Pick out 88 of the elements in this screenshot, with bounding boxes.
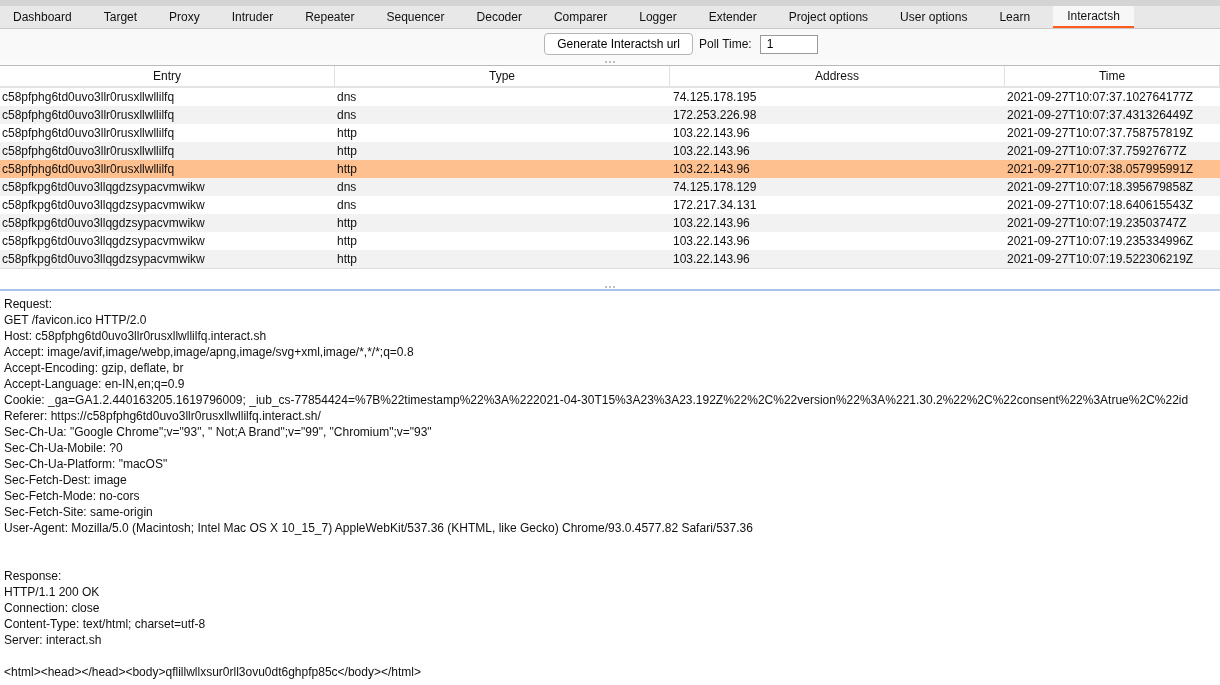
tab[interactable]: Dashboard <box>2 6 81 28</box>
request-line: User-Agent: Mozilla/5.0 (Macintosh; Intel Mac OS X 10_15_7) AppleWebKit/537.36 (KHTML, like Gecko) Chrome/93.0.4577.82 Safari/537.36 <box>4 520 754 536</box>
table-cell-text: c58pfkpg6td0uvo3llqgdzsypacvmwikw <box>1 198 206 212</box>
table-cell-text: 2021-09-27T10:07:38.057995991Z <box>1006 162 1195 176</box>
table-cell-text: c58pfphg6td0uvo3llr0rusxllwllilfq <box>1 162 176 176</box>
table-cell-text: http <box>336 234 358 248</box>
request-line: GET /favicon.ico HTTP/2.0 <box>4 312 148 328</box>
table-row[interactable]: c58pfphg6td0uvo3llr0rusxllwllilfq http 103.22.143.96 2021-09-27T10:07:38.057995991Z <box>0 160 1220 178</box>
request-line: Sec-Ch-Ua: "Google Chrome";v="93", " Not;A Brand";v="99", "Chromium";v="93" <box>4 424 433 440</box>
column-header[interactable]: Address <box>670 66 1005 86</box>
tab[interactable]: Extender <box>699 6 766 28</box>
table-cell-text: 103.22.143.96 <box>672 216 751 230</box>
tab[interactable]: Logger <box>630 6 686 28</box>
request-line: Accept: image/avif,image/webp,image/apng,image/svg+xml,image/*,*/*;q=0.8 <box>4 344 415 360</box>
tab[interactable]: Interactsh <box>1053 6 1134 28</box>
tab[interactable]: Intruder <box>222 6 283 28</box>
table-cell-text: 103.22.143.96 <box>672 144 751 158</box>
table-row[interactable]: c58pfkpg6td0uvo3llqgdzsypacvmwikw http 103.22.143.96 2021-09-27T10:07:19.23503747Z <box>0 214 1220 232</box>
table-cell-text: 2021-09-27T10:07:19.23503747Z <box>1006 216 1188 230</box>
request-line: Sec-Fetch-Mode: no-cors <box>4 488 141 504</box>
tab[interactable]: Project options <box>779 6 878 28</box>
response-line: Connection: close <box>4 600 101 616</box>
table-cell-text: 2021-09-27T10:07:37.758757819Z <box>1006 126 1195 140</box>
table-row[interactable]: c58pfkpg6td0uvo3llqgdzsypacvmwikw dns 74.125.178.129 2021-09-27T10:07:18.395679858Z <box>0 178 1220 196</box>
request-line: Sec-Fetch-Dest: image <box>4 472 128 488</box>
table-cell-text: dns <box>336 180 358 194</box>
table-cell-text: dns <box>336 198 358 212</box>
generate-url-button[interactable]: Generate Interactsh url <box>544 33 693 55</box>
tab[interactable]: Sequencer <box>377 6 454 28</box>
table-cell-text: c58pfphg6td0uvo3llr0rusxllwllilfq <box>1 144 176 158</box>
table-cell-text: 74.125.178.195 <box>672 90 758 104</box>
response-line: HTTP/1.1 200 OK <box>4 584 101 600</box>
table-cell-text: 2021-09-27T10:07:18.640615543Z <box>1006 198 1195 212</box>
table-cell-text: 2021-09-27T10:07:37.75927677Z <box>1006 144 1188 158</box>
tab[interactable]: Learn <box>990 6 1040 28</box>
tab[interactable]: Target <box>94 6 147 28</box>
table-cell-text: 103.22.143.96 <box>672 234 751 248</box>
poll-time-field[interactable]: 1 <box>759 34 818 54</box>
table-cell-text: 103.22.143.96 <box>672 162 751 176</box>
table-cell-text: http <box>336 162 358 176</box>
request-line: Cookie: _ga=GA1.2.440163205.1619796009; _iub_cs-77854424=%7B%22timestamp%22%3A%222021-04-30T15%3A23%3A23.192Z%22%2C%22version%22%3A%221.30.2%22%2C%22consent%22%3Atrue%2C%22id <box>4 392 1190 408</box>
table-cell-text: c58pfphg6td0uvo3llr0rusxllwllilfq <box>1 90 176 104</box>
tab[interactable]: Proxy <box>160 6 209 28</box>
table-cell-text: 74.125.178.129 <box>672 180 758 194</box>
tab[interactable]: Decoder <box>467 6 531 28</box>
table-cell-text: c58pfkpg6td0uvo3llqgdzsypacvmwikw <box>1 234 206 248</box>
table-cell-text: 172.217.34.131 <box>672 198 758 212</box>
table-cell-text: c58pfkpg6td0uvo3llqgdzsypacvmwikw <box>1 180 206 194</box>
table-cell-text: 103.22.143.96 <box>672 252 751 266</box>
table-cell-text: c58pfphg6td0uvo3llr0rusxllwllilfq <box>1 126 176 140</box>
table-row[interactable]: c58pfphg6td0uvo3llr0rusxllwllilfq dns 172.253.226.98 2021-09-27T10:07:37.431326449Z <box>0 106 1220 124</box>
table-row[interactable]: c58pfkpg6td0uvo3llqgdzsypacvmwikw http 103.22.143.96 2021-09-27T10:07:19.522306219Z <box>0 250 1220 268</box>
table-cell-text: 2021-09-27T10:07:18.395679858Z <box>1006 180 1195 194</box>
table-row[interactable]: c58pfphg6td0uvo3llr0rusxllwllilfq http 103.22.143.96 2021-09-27T10:07:37.75927677Z <box>0 142 1220 160</box>
table-cell-text: http <box>336 216 358 230</box>
tab[interactable]: User options <box>891 6 977 28</box>
request-line: Sec-Ch-Ua-Platform: "macOS" <box>4 456 169 472</box>
request-line: Host: c58pfphg6td0uvo3llr0rusxllwllilfq.interact.sh <box>4 328 268 344</box>
table-cell-text: 2021-09-27T10:07:37.431326449Z <box>1006 108 1195 122</box>
column-header[interactable]: Time <box>1005 66 1220 86</box>
table-cell-text: 172.253.226.98 <box>672 108 758 122</box>
table-cell-text: http <box>336 144 358 158</box>
response-heading: Response: <box>4 568 63 584</box>
table-cell-text: c58pfkpg6td0uvo3llqgdzsypacvmwikw <box>1 216 206 230</box>
poll-time-label: Poll Time: <box>699 37 752 51</box>
request-line: Sec-Ch-Ua-Mobile: ?0 <box>4 440 124 456</box>
table-cell-text: 103.22.143.96 <box>672 126 751 140</box>
request-line: Referer: https://c58pfphg6td0uvo3llr0rusxllwllilfq.interact.sh/ <box>4 408 322 424</box>
table-cell-text: dns <box>336 108 358 122</box>
column-header[interactable]: Entry <box>0 66 335 86</box>
table-cell-text: 2021-09-27T10:07:19.522306219Z <box>1006 252 1195 266</box>
response-line: Content-Type: text/html; charset=utf-8 <box>4 616 207 632</box>
table-cell-text: http <box>336 126 358 140</box>
request-line: Accept-Language: en-IN,en;q=0.9 <box>4 376 186 392</box>
response-body: <html><head></head><body>qflillwllxsur0rll3ovu0dt6ghpfp85c</body></html> <box>4 664 422 680</box>
response-line: Server: interact.sh <box>4 632 103 648</box>
table-cell-text: dns <box>336 90 358 104</box>
table-cell-text: c58pfkpg6td0uvo3llqgdzsypacvmwikw <box>1 252 206 266</box>
request-heading: Request: <box>4 296 54 312</box>
table-cell-text: http <box>336 252 358 266</box>
column-header[interactable]: Type <box>335 66 670 86</box>
request-line: Accept-Encoding: gzip, deflate, br <box>4 360 185 376</box>
table-cell-text: 2021-09-27T10:07:37.102764177Z <box>1006 90 1195 104</box>
tab[interactable]: Comparer <box>544 6 617 28</box>
table-cell-text: 2021-09-27T10:07:19.235334996Z <box>1006 234 1195 248</box>
tab[interactable]: Repeater <box>296 6 364 28</box>
request-line: Sec-Fetch-Site: same-origin <box>4 504 154 520</box>
table-cell-text: c58pfphg6td0uvo3llr0rusxllwllilfq <box>1 108 176 122</box>
